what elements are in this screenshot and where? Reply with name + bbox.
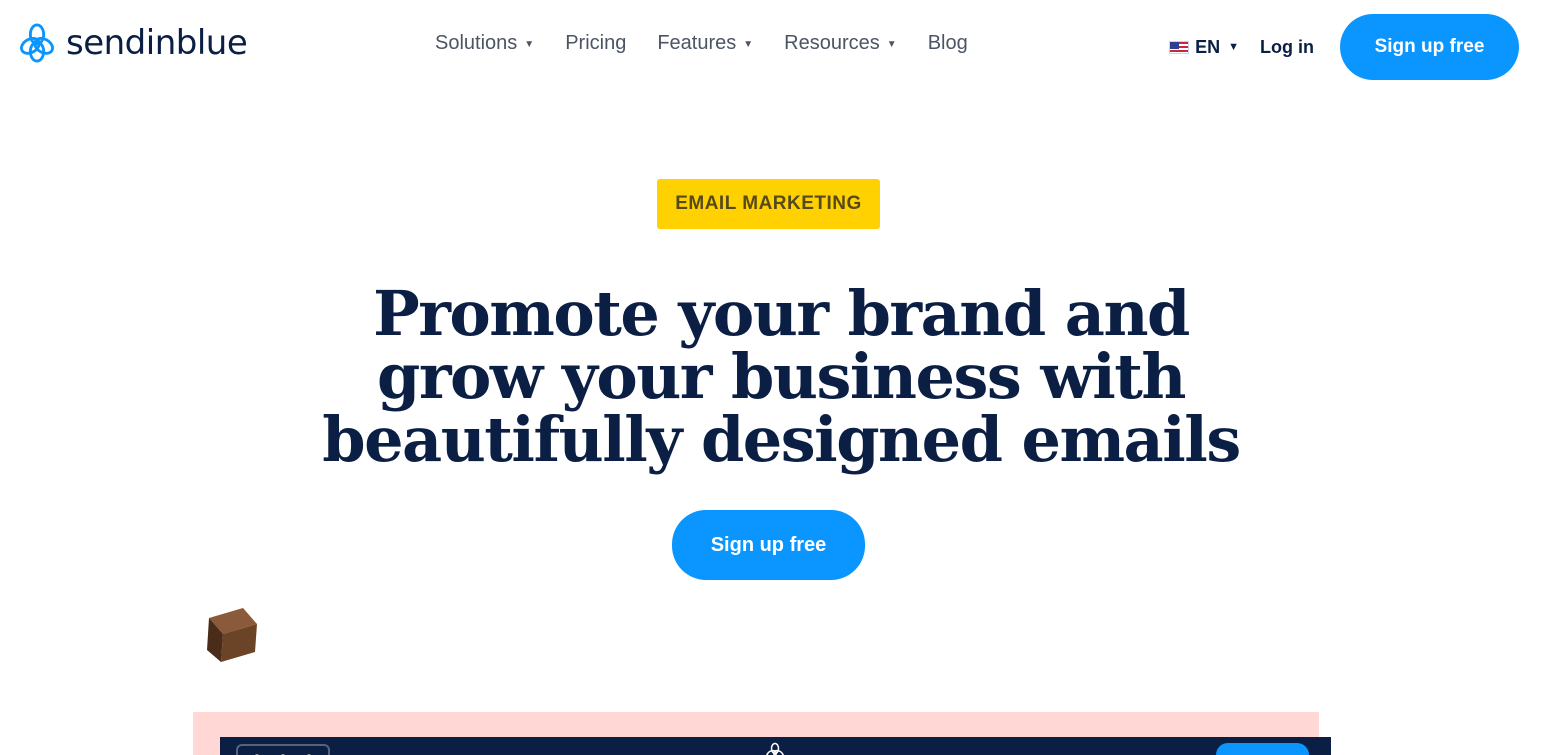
sendinblue-logo[interactable]: sendinblue [18,22,248,64]
site-header: sendinblue Solutions ▼ Pricing Features … [0,0,1562,95]
hero-headline: Promote your brand and grow your busines… [281,282,1281,471]
sendinblue-logo-icon [766,742,784,755]
caret-down-icon: ▼ [743,39,754,50]
preview-action-button [1216,743,1309,755]
headline-line: Promote your brand and [373,277,1190,350]
nav-pricing[interactable]: Pricing [565,32,626,55]
nav-blog-label: Blog [927,32,968,54]
nav-features-label: Features [657,32,737,54]
language-selector[interactable]: EN ▼ [1169,37,1239,58]
nav-solutions-label: Solutions [435,32,518,54]
header-signup-button[interactable]: Sign up free [1340,14,1519,80]
wooden-cube-icon [207,608,257,662]
nav-blog[interactable]: Blog [928,32,968,55]
language-code: EN [1195,36,1221,57]
headline-line: beautifully designed emails [322,403,1241,476]
header-actions: EN ▼ Log in Sign up free [1169,14,1519,80]
headline-line: grow your business with [377,340,1186,413]
nav-features[interactable]: Features ▼ [657,32,753,55]
nav-resources-label: Resources [784,32,880,54]
preview-step-indicator [236,744,330,755]
nav-pricing-label: Pricing [565,32,627,54]
brand-name: sendinblue [66,23,248,63]
login-link[interactable]: Log in [1260,37,1314,58]
main-nav: Solutions ▼ Pricing Features ▼ Resources… [435,32,968,55]
caret-down-icon: ▼ [1228,41,1240,53]
hero-signup-button[interactable]: Sign up free [672,510,865,580]
caret-down-icon: ▼ [524,39,535,50]
us-flag-icon [1169,40,1190,54]
caret-down-icon: ▼ [886,39,897,50]
nav-solutions[interactable]: Solutions ▼ [435,32,534,55]
category-badge: EMAIL MARKETING [657,179,880,229]
sendinblue-logo-icon [20,23,54,63]
page: sendinblue Solutions ▼ Pricing Features … [0,0,1562,755]
nav-resources[interactable]: Resources ▼ [784,32,897,55]
